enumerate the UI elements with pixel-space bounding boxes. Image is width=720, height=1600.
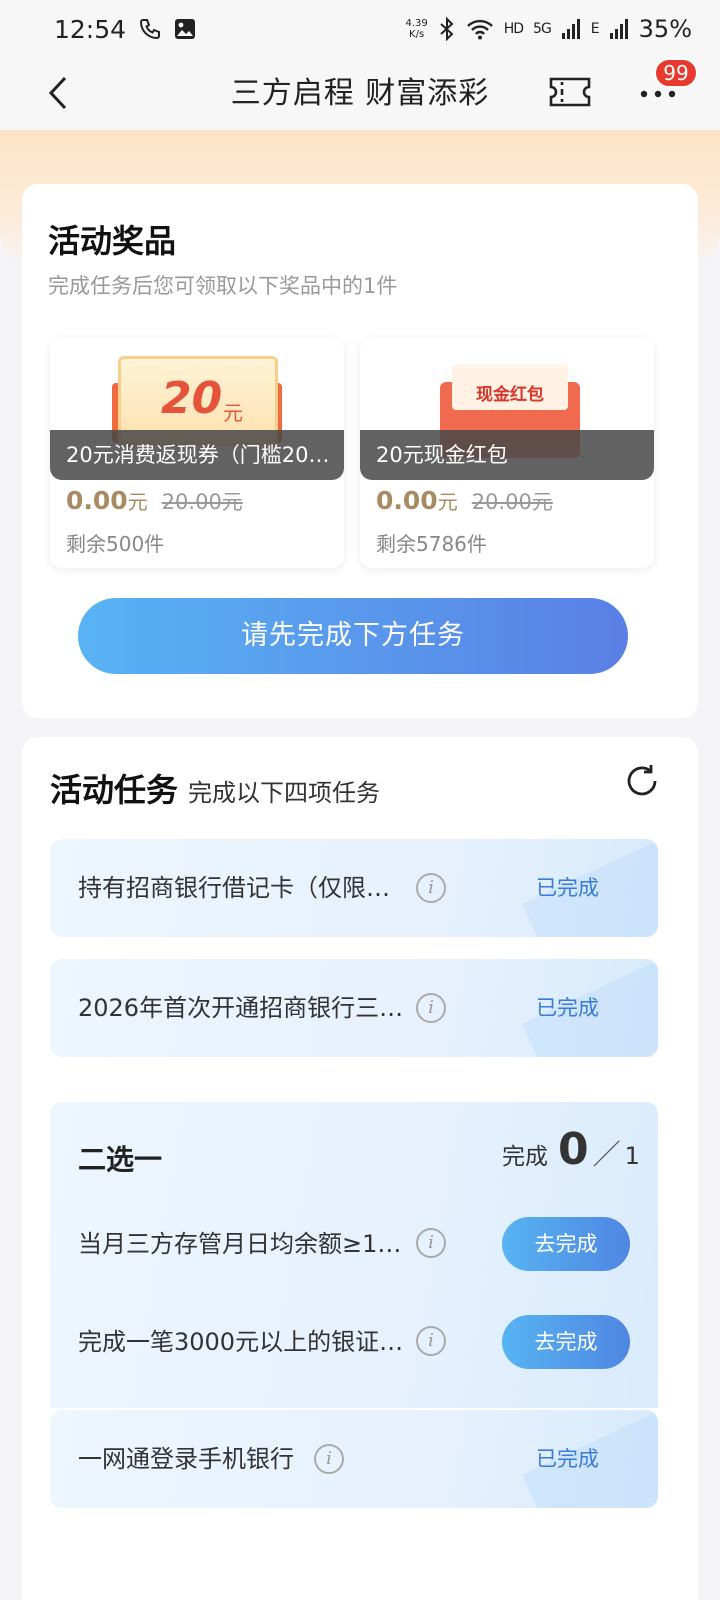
ticket-icon xyxy=(549,77,591,107)
choose-one-group: 二选一 完成 0 ／ 1 当月三方存管月日均余额≥1… i 去完成 完成一笔30… xyxy=(50,1102,658,1408)
go-complete-button[interactable]: 去完成 xyxy=(502,1217,630,1271)
choose-one-title: 二选一 xyxy=(78,1143,163,1176)
task-text: 2026年首次开通招商银行三… xyxy=(78,994,404,1022)
coupon-unit: 元 xyxy=(223,401,243,425)
page-title: 三方启程 财富添彩 xyxy=(230,76,490,111)
prize-remaining: 剩余500件 xyxy=(66,532,165,556)
info-icon[interactable]: i xyxy=(416,873,446,903)
choose-option-text: 完成一笔3000元以上的银证… xyxy=(78,1328,404,1356)
refresh-button[interactable] xyxy=(624,763,660,799)
price-unit: 元 xyxy=(437,490,458,514)
complete-tasks-first-button[interactable]: 请先完成下方任务 xyxy=(78,598,628,674)
bluetooth-icon xyxy=(440,17,454,41)
status-time: 12:54 xyxy=(54,14,127,44)
back-button[interactable] xyxy=(38,70,78,116)
signal-bars-icon xyxy=(561,19,580,39)
image-icon xyxy=(175,19,196,39)
more-dots-icon xyxy=(640,90,676,98)
ticket-button[interactable] xyxy=(548,74,592,114)
progress-total: 1 xyxy=(624,1142,640,1170)
notification-badge: 99 xyxy=(654,58,698,88)
coupon-amount: 20 xyxy=(161,373,223,424)
info-icon[interactable]: i xyxy=(416,1326,446,1356)
prize-item-coupon[interactable]: 20 元 20元消费返现券（门槛20… 0.00元 20.00元 剩余500件 xyxy=(50,338,344,568)
red-envelope-label: 现金红包 xyxy=(476,385,544,405)
task-card: 活动任务 完成以下四项任务 持有招商银行借记卡（仅限… i 已完成 2026年首… xyxy=(22,737,698,1600)
price-original: 20.00元 xyxy=(471,490,553,514)
progress-done: 0 xyxy=(558,1124,589,1175)
wifi-icon xyxy=(466,19,493,40)
signal-e-label: E xyxy=(590,21,600,37)
prize-name: 20元消费返现券（门槛20… xyxy=(50,430,344,480)
task-section-title: 活动任务 xyxy=(50,771,179,809)
status-bar: 12:54 4.39 K/s HD 5G E 35% xyxy=(0,0,720,58)
task-status: 已完成 xyxy=(536,876,599,900)
net-speed: 4.39 K/s xyxy=(405,18,428,40)
prize-section-title: 活动奖品 xyxy=(48,222,177,260)
price-current: 0.00 xyxy=(66,486,128,515)
choose-option-text: 当月三方存管月日均余额≥1… xyxy=(78,1230,402,1258)
choose-one-progress: 完成 0 ／ 1 xyxy=(502,1124,640,1175)
hd-label: HD xyxy=(503,21,524,37)
task-item[interactable]: 一网通登录手机银行 i 已完成 xyxy=(50,1410,658,1508)
task-text: 一网通登录手机银行 xyxy=(78,1445,294,1473)
go-complete-button[interactable]: 去完成 xyxy=(502,1315,630,1369)
prize-price: 0.00元 20.00元 xyxy=(66,486,243,516)
task-status: 已完成 xyxy=(536,1447,599,1471)
battery-level: 35% xyxy=(638,15,692,43)
nav-bar: 三方启程 财富添彩 99 xyxy=(0,58,720,130)
prize-price: 0.00元 20.00元 xyxy=(376,486,553,516)
info-icon[interactable]: i xyxy=(416,993,446,1023)
call-forward-icon xyxy=(140,19,161,40)
task-text: 持有招商银行借记卡（仅限… xyxy=(78,874,390,902)
prize-card: 活动奖品 完成任务后您可领取以下奖品中的1件 20 元 20元消费返现券（门槛2… xyxy=(22,184,698,718)
price-unit: 元 xyxy=(127,490,148,514)
signal-5g-label: 5G xyxy=(533,21,552,37)
prize-name: 20元现金红包 xyxy=(360,430,654,480)
signal-bars-icon xyxy=(609,19,628,39)
task-section-subtitle: 完成以下四项任务 xyxy=(188,779,380,807)
info-icon[interactable]: i xyxy=(314,1444,344,1474)
refresh-icon xyxy=(627,765,657,796)
prize-item-red-envelope[interactable]: 现金红包 20元现金红包 0.00元 20.00元 剩余5786件 xyxy=(360,338,654,568)
price-original: 20.00元 xyxy=(161,490,243,514)
task-status: 已完成 xyxy=(536,996,599,1020)
prize-remaining: 剩余5786件 xyxy=(376,532,487,556)
price-current: 0.00 xyxy=(376,486,438,515)
prize-section-subtitle: 完成任务后您可领取以下奖品中的1件 xyxy=(48,274,398,298)
chevron-left-icon xyxy=(48,76,67,110)
task-item[interactable]: 持有招商银行借记卡（仅限… i 已完成 xyxy=(50,839,658,937)
task-item[interactable]: 2026年首次开通招商银行三… i 已完成 xyxy=(50,959,658,1057)
info-icon[interactable]: i xyxy=(416,1228,446,1258)
